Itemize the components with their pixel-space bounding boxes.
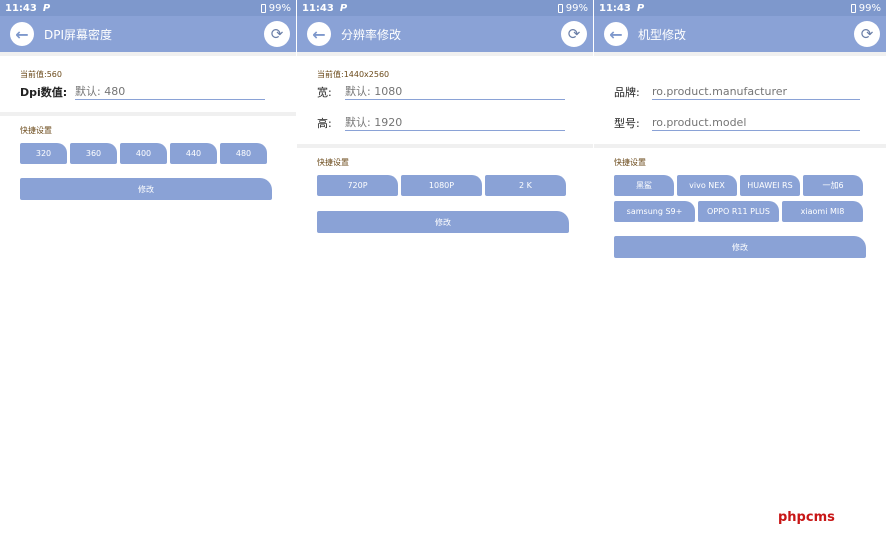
watermark: phpcms <box>778 510 835 525</box>
preset-400-button[interactable]: 400 <box>120 143 167 164</box>
preset-xiaomi-mi8-button[interactable]: xiaomi MI8 <box>782 201 863 222</box>
page-title: 机型修改 <box>638 27 687 42</box>
preset-oneplus6-button[interactable]: 一加6 <box>803 175 863 196</box>
preset-huawei-rs-button[interactable]: HUAWEI RS <box>740 175 800 196</box>
model-input[interactable] <box>652 114 860 131</box>
page-title: DPI屏幕密度 <box>44 27 113 42</box>
dpi-input[interactable] <box>75 83 265 100</box>
preset-oppo-r11-button[interactable]: OPPO R11 PLUS <box>698 201 779 222</box>
settings-icon[interactable]: ⟳ <box>561 21 587 47</box>
preset-440-button[interactable]: 440 <box>170 143 217 164</box>
title-bar: ← 分辨率修改 ⟳ <box>297 16 593 52</box>
dpi-panel: 11:43 P 99% ← DPI屏幕密度 ⟳ 当前值:560 Dpi数值: 快… <box>0 0 296 536</box>
device-model-panel: 11:43 P 99% ← 机型修改 ⟳ 品牌: 型号: 快捷设置 黑鲨 viv… <box>594 0 886 536</box>
model-label: 型号: <box>614 116 640 130</box>
resolution-panel: 11:43 P 99% ← 分辨率修改 ⟳ 当前值:1440x2560 宽: 高… <box>297 0 593 536</box>
quick-settings-label: 快捷设置 <box>20 126 52 135</box>
width-label: 宽: <box>317 85 332 99</box>
battery-level: 99% <box>565 2 588 14</box>
modify-button[interactable]: 修改 <box>614 236 866 258</box>
status-bar: 11:43 P 99% <box>594 0 886 16</box>
battery-icon <box>260 3 266 13</box>
modify-button[interactable]: 修改 <box>20 178 272 200</box>
battery-icon <box>850 3 856 13</box>
preset-vivo-nex-button[interactable]: vivo NEX <box>677 175 737 196</box>
settings-icon[interactable]: ⟳ <box>854 21 880 47</box>
dpi-label: Dpi数值: <box>20 85 68 99</box>
preset-480-button[interactable]: 480 <box>220 143 267 164</box>
carrier-icon: P <box>339 2 348 14</box>
status-bar: 11:43 P 99% <box>0 0 296 16</box>
preset-360-button[interactable]: 360 <box>70 143 117 164</box>
height-input[interactable] <box>345 114 565 131</box>
back-arrow-icon[interactable]: ← <box>10 22 34 46</box>
status-time: 11:43 <box>5 2 37 14</box>
battery-level: 99% <box>858 2 881 14</box>
width-input[interactable] <box>345 83 565 100</box>
back-arrow-icon[interactable]: ← <box>604 22 628 46</box>
battery-level: 99% <box>268 2 291 14</box>
quick-settings-label: 快捷设置 <box>614 158 646 167</box>
brand-label: 品牌: <box>614 85 640 99</box>
status-time: 11:43 <box>302 2 334 14</box>
title-bar: ← 机型修改 ⟳ <box>594 16 886 52</box>
status-bar: 11:43 P 99% <box>297 0 593 16</box>
settings-icon[interactable]: ⟳ <box>264 21 290 47</box>
preset-2k-button[interactable]: 2 K <box>485 175 566 196</box>
preset-720p-button[interactable]: 720P <box>317 175 398 196</box>
current-value: 当前值:1440x2560 <box>317 70 390 79</box>
title-bar: ← DPI屏幕密度 ⟳ <box>0 16 296 52</box>
back-arrow-icon[interactable]: ← <box>307 22 331 46</box>
preset-1080p-button[interactable]: 1080P <box>401 175 482 196</box>
current-value: 当前值:560 <box>20 70 62 79</box>
carrier-icon: P <box>42 2 51 14</box>
modify-button[interactable]: 修改 <box>317 211 569 233</box>
preset-samsung-s9-button[interactable]: samsung S9+ <box>614 201 695 222</box>
quick-settings-label: 快捷设置 <box>317 158 349 167</box>
page-title: 分辨率修改 <box>341 27 402 42</box>
carrier-icon: P <box>636 2 645 14</box>
status-time: 11:43 <box>599 2 631 14</box>
battery-icon <box>557 3 563 13</box>
height-label: 高: <box>317 116 332 130</box>
preset-heisha-button[interactable]: 黑鲨 <box>614 175 674 196</box>
brand-input[interactable] <box>652 83 860 100</box>
preset-320-button[interactable]: 320 <box>20 143 67 164</box>
